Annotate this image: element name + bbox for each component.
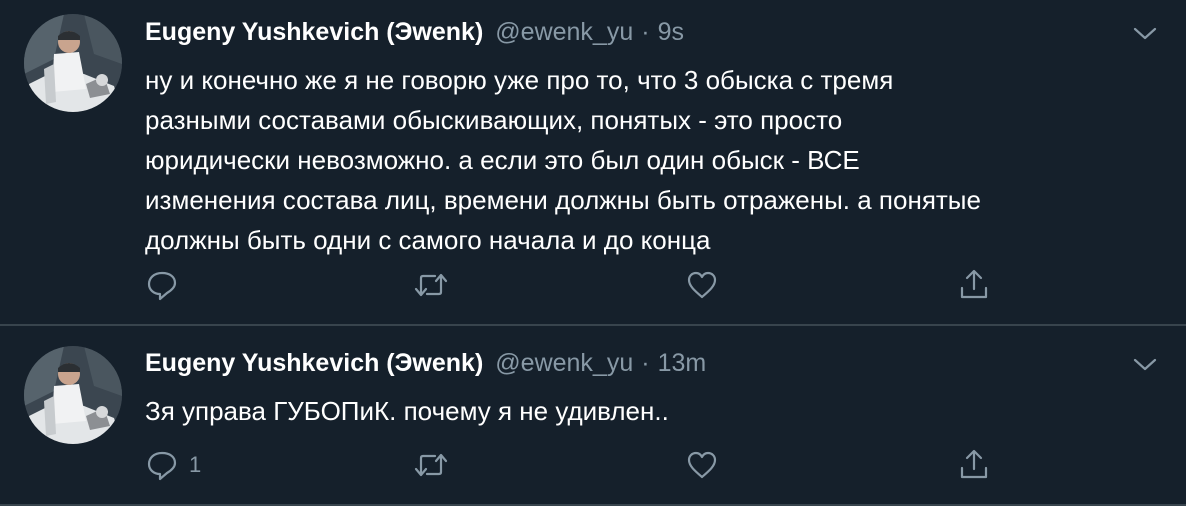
avatar-photo bbox=[24, 346, 122, 444]
tweet-timestamp[interactable]: 9s bbox=[658, 18, 684, 47]
share-icon bbox=[960, 449, 988, 479]
retweet-icon bbox=[414, 273, 448, 297]
author-handle[interactable]: @ewenk_yu bbox=[495, 349, 633, 378]
like-button[interactable] bbox=[685, 265, 719, 305]
avatar[interactable] bbox=[24, 14, 122, 112]
tweet-actions: 1 bbox=[145, 445, 1045, 485]
tweet-text: ну и конечно же я не говорю уже про то, … bbox=[145, 60, 1145, 260]
tweet-text-line: должны быть одни с самого начала и до ко… bbox=[145, 225, 711, 255]
avatar-photo bbox=[24, 14, 122, 112]
share-icon bbox=[960, 269, 988, 299]
tweet-actions bbox=[145, 265, 1045, 305]
retweet-button[interactable] bbox=[413, 445, 449, 485]
retweet-icon bbox=[414, 453, 448, 477]
tweet[interactable]: Eugeny Yushkevich (Эwenk) @ewenk_yu · 9s… bbox=[0, 0, 1186, 325]
like-icon bbox=[687, 451, 717, 479]
author-name[interactable]: Eugeny Yushkevich (Эwenk) bbox=[145, 349, 483, 378]
chevron-down-icon[interactable] bbox=[1130, 24, 1160, 44]
share-button[interactable] bbox=[957, 445, 991, 485]
tweet[interactable]: Eugeny Yushkevich (Эwenk) @ewenk_yu · 13… bbox=[0, 325, 1186, 506]
tweet-text-line: ну и конечно же я не говорю уже про то, … bbox=[145, 65, 894, 95]
tweet-text-line: юридически невозможно. а если это был од… bbox=[145, 145, 860, 175]
chevron-down-icon[interactable] bbox=[1130, 355, 1160, 375]
reply-button[interactable]: 1 bbox=[145, 445, 201, 485]
header-separator: · bbox=[641, 349, 650, 377]
share-button[interactable] bbox=[957, 265, 991, 305]
reply-count: 1 bbox=[189, 452, 202, 477]
reply-icon bbox=[147, 271, 177, 301]
tweet-header: Eugeny Yushkevich (Эwenk) @ewenk_yu · 9s bbox=[145, 18, 684, 54]
reply-icon bbox=[147, 451, 177, 481]
author-handle[interactable]: @ewenk_yu bbox=[495, 18, 633, 47]
header-separator: · bbox=[641, 18, 650, 46]
retweet-button[interactable] bbox=[413, 265, 449, 305]
like-icon bbox=[687, 271, 717, 299]
reply-button[interactable] bbox=[145, 265, 189, 305]
tweet-text: Зя управа ГУБОПиК. почему я не удивлен.. bbox=[145, 391, 1145, 431]
tweet-text-line: разными составами обыскивающих, понятых … bbox=[145, 105, 843, 135]
tweet-header: Eugeny Yushkevich (Эwenk) @ewenk_yu · 13… bbox=[145, 349, 706, 385]
tweet-timestamp[interactable]: 13m bbox=[658, 349, 707, 378]
avatar[interactable] bbox=[24, 346, 122, 444]
timeline: Eugeny Yushkevich (Эwenk) @ewenk_yu · 9s… bbox=[0, 0, 1186, 506]
tweet-text-line: Зя управа ГУБОПиК. почему я не удивлен.. bbox=[145, 396, 669, 426]
tweet-text-line: изменения состава лиц, времени должны бы… bbox=[145, 185, 981, 215]
author-name[interactable]: Eugeny Yushkevich (Эwenk) bbox=[145, 18, 483, 47]
like-button[interactable] bbox=[685, 445, 719, 485]
